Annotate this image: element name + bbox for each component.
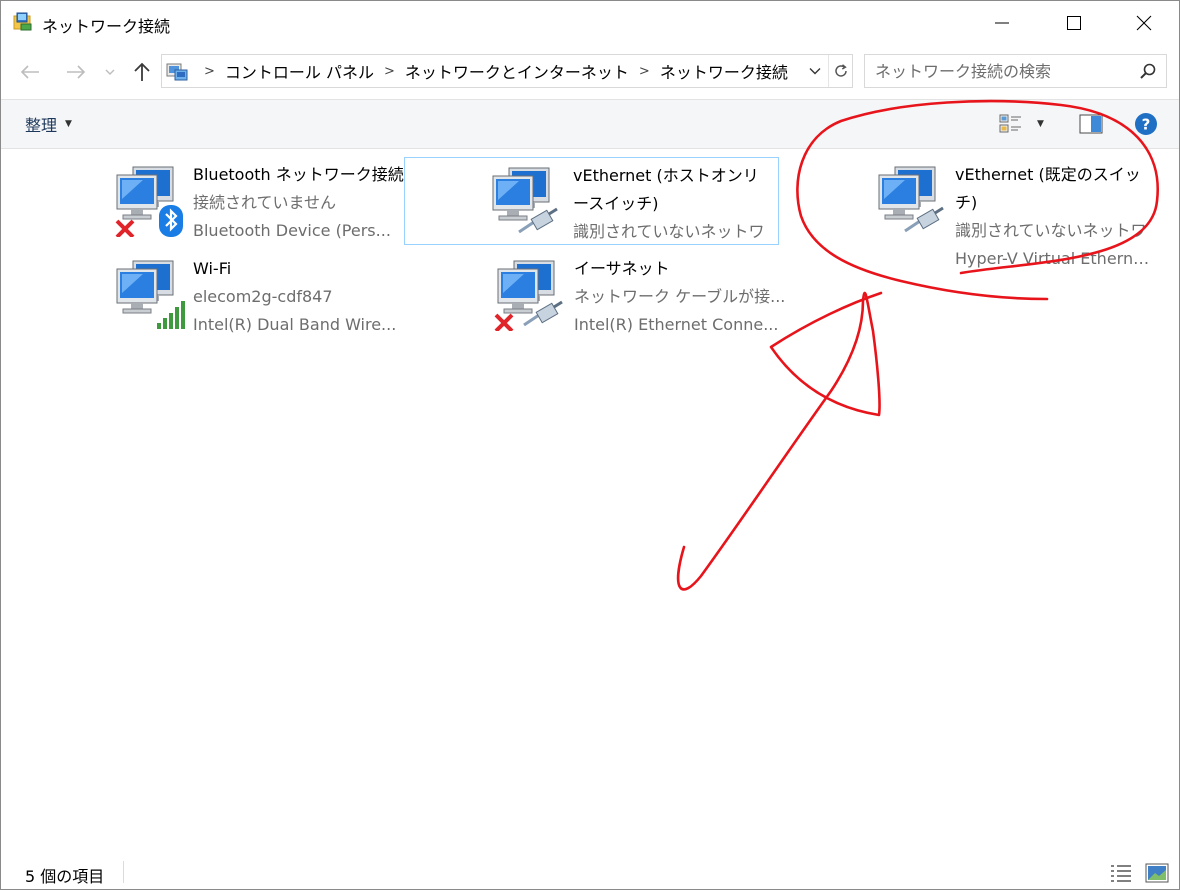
recent-locations-button[interactable]	[97, 57, 123, 87]
breadcrumb-separator-icon[interactable]: >	[204, 64, 215, 79]
close-button[interactable]	[1109, 1, 1179, 45]
command-bar: 整理 ▼ ▼ ?	[1, 99, 1179, 149]
up-button[interactable]	[127, 57, 157, 87]
control-panel-icon	[166, 63, 188, 81]
minimize-icon	[995, 22, 1009, 24]
change-view-button[interactable]: ▼	[999, 111, 1053, 137]
connection-name: vEthernet (ホストオンリースイッチ)	[573, 166, 759, 213]
svg-text:?: ?	[1142, 116, 1151, 134]
minimize-button[interactable]	[967, 1, 1037, 45]
explorer-window: ネットワーク接続 > コントロール パネル > ネットワークとインターネット >…	[0, 0, 1180, 890]
connection-status: elecom2g-cdf847	[193, 287, 333, 306]
connection-text: イーサネット ネットワーク ケーブルが接... Intel(R) Etherne…	[574, 255, 856, 339]
window-title: ネットワーク接続	[42, 17, 171, 36]
network-adapter-icon	[878, 166, 944, 233]
caret-down-icon: ▼	[65, 119, 72, 129]
caret-down-icon: ▼	[1037, 119, 1044, 129]
view-tiles-icon	[999, 114, 1021, 133]
preview-pane-icon	[1079, 114, 1103, 134]
disconnected-x-icon	[115, 219, 135, 237]
bluetooth-icon	[159, 205, 183, 237]
search-box[interactable]	[864, 54, 1167, 88]
connection-device: Intel(R) Ethernet Conne...	[574, 315, 779, 334]
search-input[interactable]	[865, 55, 1127, 87]
breadcrumb-separator-icon[interactable]: >	[384, 64, 395, 79]
status-bar: 5 個の項目	[1, 857, 1179, 889]
connection-name: vEthernet (既定のスイッチ)	[955, 165, 1141, 212]
search-icon[interactable]	[1133, 55, 1163, 87]
breadcrumb: > コントロール パネル > ネットワークとインターネット > ネットワーク接続	[194, 55, 788, 87]
network-adapter-icon	[115, 166, 183, 237]
connections-list: Bluetooth ネットワーク接続 接続されていません Bluetooth D…	[1, 149, 1179, 855]
connection-status: ネットワーク ケーブルが接...	[574, 287, 786, 306]
large-icons-view-icon[interactable]	[1145, 862, 1169, 884]
disconnected-x-icon	[494, 313, 514, 331]
connection-device: Hyper-V Virtual Etherne...	[955, 249, 1155, 268]
back-button[interactable]	[15, 57, 45, 87]
navigation-bar: > コントロール パネル > ネットワークとインターネット > ネットワーク接続	[1, 45, 1179, 99]
help-button[interactable]: ?	[1132, 110, 1160, 138]
title-bar[interactable]: ネットワーク接続	[1, 1, 1179, 45]
connection-item-vethernet-default[interactable]: vEthernet (既定のスイッチ) 識別されていないネットワ Hyper-V…	[867, 157, 1167, 268]
network-adapter-icon	[116, 260, 185, 329]
organize-menu-button[interactable]: 整理 ▼	[25, 112, 72, 136]
network-adapter-icon	[494, 260, 563, 331]
connection-name: Wi-Fi	[193, 259, 232, 278]
close-icon	[1136, 15, 1152, 31]
arrow-up-icon	[134, 62, 150, 81]
connection-text: Wi-Fi elecom2g-cdf847 Intel(R) Dual Band…	[193, 255, 475, 339]
chevron-down-icon	[809, 68, 821, 75]
help-icon: ?	[1135, 113, 1157, 135]
preview-pane-button[interactable]	[1077, 111, 1105, 137]
chevron-down-icon	[105, 69, 115, 75]
network-folder-icon	[13, 12, 32, 31]
connection-item-wifi[interactable]: Wi-Fi elecom2g-cdf847 Intel(R) Dual Band…	[105, 251, 481, 339]
status-divider	[123, 861, 124, 883]
breadcrumb-separator-icon[interactable]: >	[639, 64, 650, 79]
details-view-icon[interactable]	[1109, 862, 1133, 884]
maximize-button[interactable]	[1039, 1, 1109, 45]
connection-device: Intel(R) Dual Band Wire...	[193, 315, 397, 334]
refresh-icon	[834, 64, 847, 77]
connection-status: 識別されていないネットワ	[573, 222, 765, 241]
address-history-button[interactable]	[804, 55, 826, 87]
connection-name: イーサネット	[574, 259, 670, 278]
forward-button[interactable]	[61, 57, 91, 87]
connection-text: vEthernet (既定のスイッチ) 識別されていないネットワ Hyper-V…	[955, 161, 1155, 273]
connection-item-vethernet-host-only[interactable]: vEthernet (ホストオンリースイッチ) 識別されていないネットワ	[404, 157, 779, 245]
breadcrumb-network-connections[interactable]: ネットワーク接続	[660, 59, 788, 83]
organize-label: 整理	[25, 116, 58, 135]
breadcrumb-network-internet[interactable]: ネットワークとインターネット	[405, 59, 629, 83]
arrow-right-icon	[67, 65, 86, 79]
breadcrumb-control-panel[interactable]: コントロール パネル	[225, 59, 374, 83]
address-bar[interactable]: > コントロール パネル > ネットワークとインターネット > ネットワーク接続	[161, 54, 853, 88]
connection-item-ethernet[interactable]: イーサネット ネットワーク ケーブルが接... Intel(R) Etherne…	[486, 251, 862, 339]
maximize-icon	[1067, 16, 1081, 30]
connection-text: vEthernet (ホストオンリースイッチ) 識別されていないネットワ	[573, 162, 773, 246]
refresh-button[interactable]	[828, 55, 852, 87]
arrow-left-icon	[20, 65, 39, 79]
network-adapter-icon	[492, 167, 558, 234]
connection-status: 識別されていないネットワ	[955, 221, 1147, 240]
wifi-signal-icon	[157, 301, 185, 329]
item-count: 5 個の項目	[25, 867, 105, 886]
